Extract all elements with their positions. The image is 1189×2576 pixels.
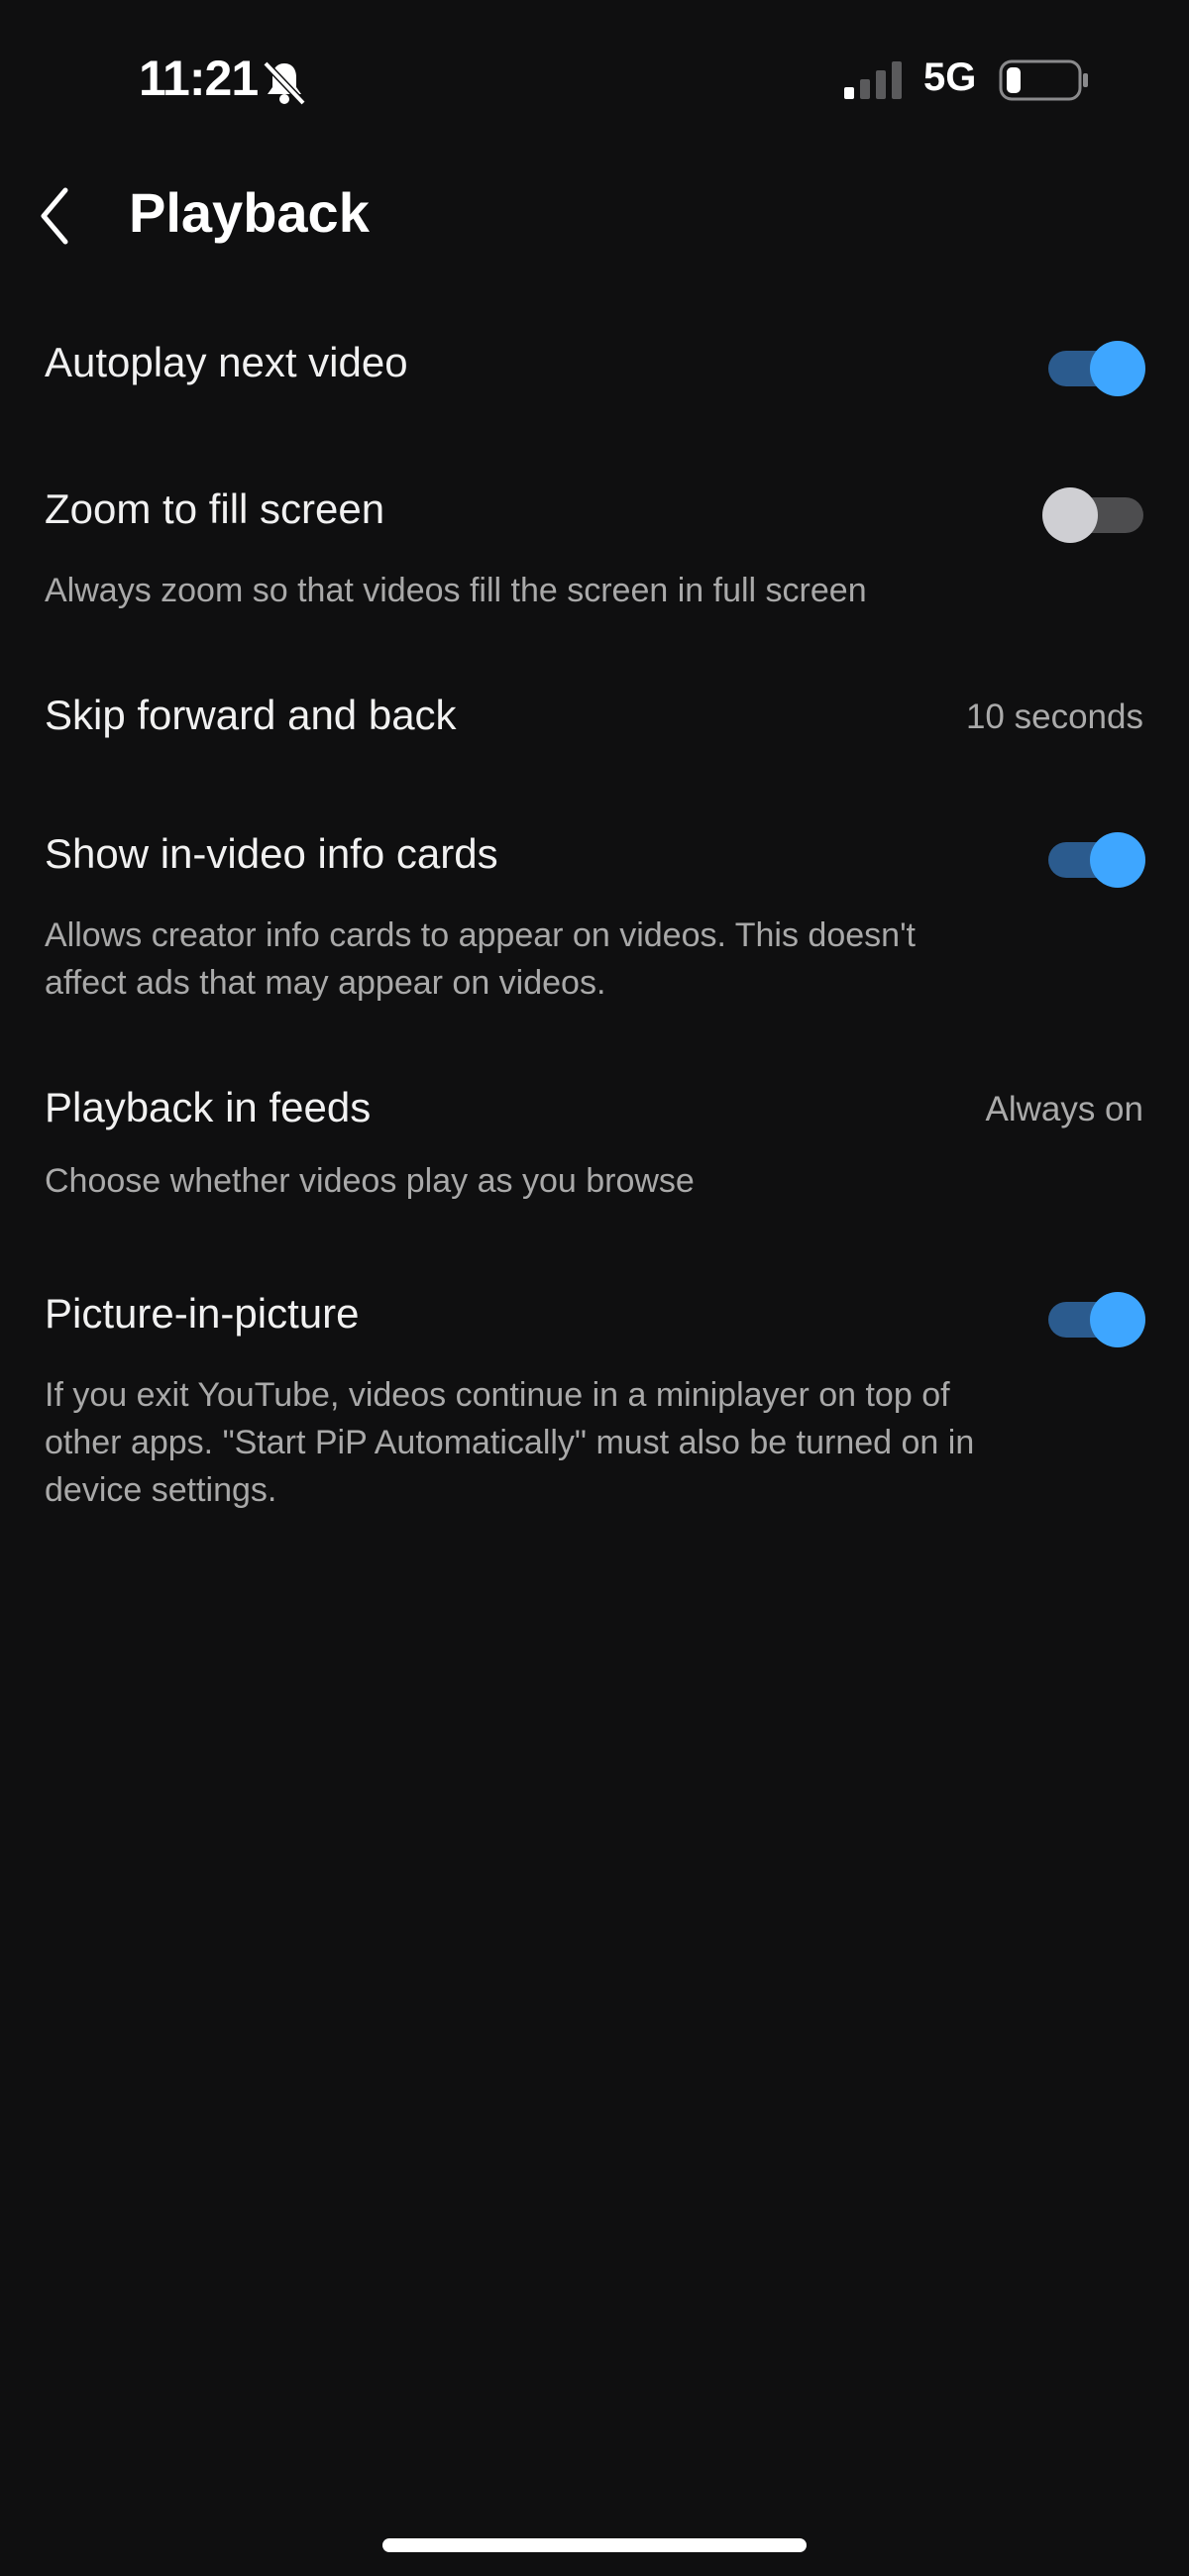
battery-icon — [999, 57, 1090, 103]
setting-title: Picture-in-picture — [45, 1290, 360, 1337]
status-time: 11:21 — [139, 51, 259, 106]
setting-description: Always zoom so that videos fill the scre… — [45, 572, 867, 609]
autoplay-toggle[interactable] — [1042, 339, 1145, 398]
status-bar: 11:21 5G — [0, 0, 1189, 159]
page-header: Playback — [0, 159, 1189, 268]
toggle-knob — [1090, 341, 1145, 396]
setting-description: Allows creator info cards to appear on v… — [45, 916, 917, 1002]
setting-playback-in-feeds[interactable]: Playback in feeds Always on Choose wheth… — [0, 1072, 1189, 1211]
toggle-knob — [1090, 832, 1145, 888]
page-title: Playback — [129, 181, 370, 244]
playback-settings-screen: 11:21 5G Playback Autoplay next video Zo… — [0, 0, 1189, 2576]
setting-title: Skip forward and back — [45, 692, 457, 738]
toggle-knob — [1042, 487, 1098, 543]
toggle-knob — [1090, 1292, 1145, 1347]
info-cards-toggle[interactable] — [1042, 830, 1145, 890]
setting-title: Playback in feeds — [45, 1084, 372, 1130]
cellular-signal-icon — [842, 59, 906, 101]
network-type-label: 5G — [923, 55, 977, 99]
setting-description: Choose whether videos play as you browse — [45, 1162, 695, 1200]
setting-picture-in-picture[interactable]: Picture-in-picture If you exit YouTube, … — [0, 1278, 1189, 1516]
setting-zoom-to-fill-screen[interactable]: Zoom to fill screen Always zoom so that … — [0, 474, 1189, 632]
setting-value: Always on — [985, 1090, 1143, 1128]
zoom-to-fill-toggle[interactable] — [1042, 485, 1145, 545]
back-button[interactable] — [22, 178, 97, 254]
back-chevron-icon — [41, 187, 68, 245]
setting-title: Zoom to fill screen — [45, 485, 385, 532]
setting-description: If you exit YouTube, videos continue in … — [45, 1376, 975, 1509]
setting-title: Show in-video info cards — [45, 830, 498, 877]
setting-value: 10 seconds — [965, 698, 1143, 736]
setting-autoplay-next-video[interactable]: Autoplay next video — [0, 327, 1189, 436]
picture-in-picture-toggle[interactable] — [1042, 1290, 1145, 1349]
muted-bell-icon — [260, 57, 309, 107]
setting-title: Autoplay next video — [45, 339, 408, 385]
setting-skip-forward-and-back[interactable]: Skip forward and back 10 seconds — [0, 684, 1189, 753]
setting-show-in-video-info-cards[interactable]: Show in-video info cards Allows creator … — [0, 818, 1189, 1017]
home-indicator[interactable] — [382, 2538, 807, 2552]
